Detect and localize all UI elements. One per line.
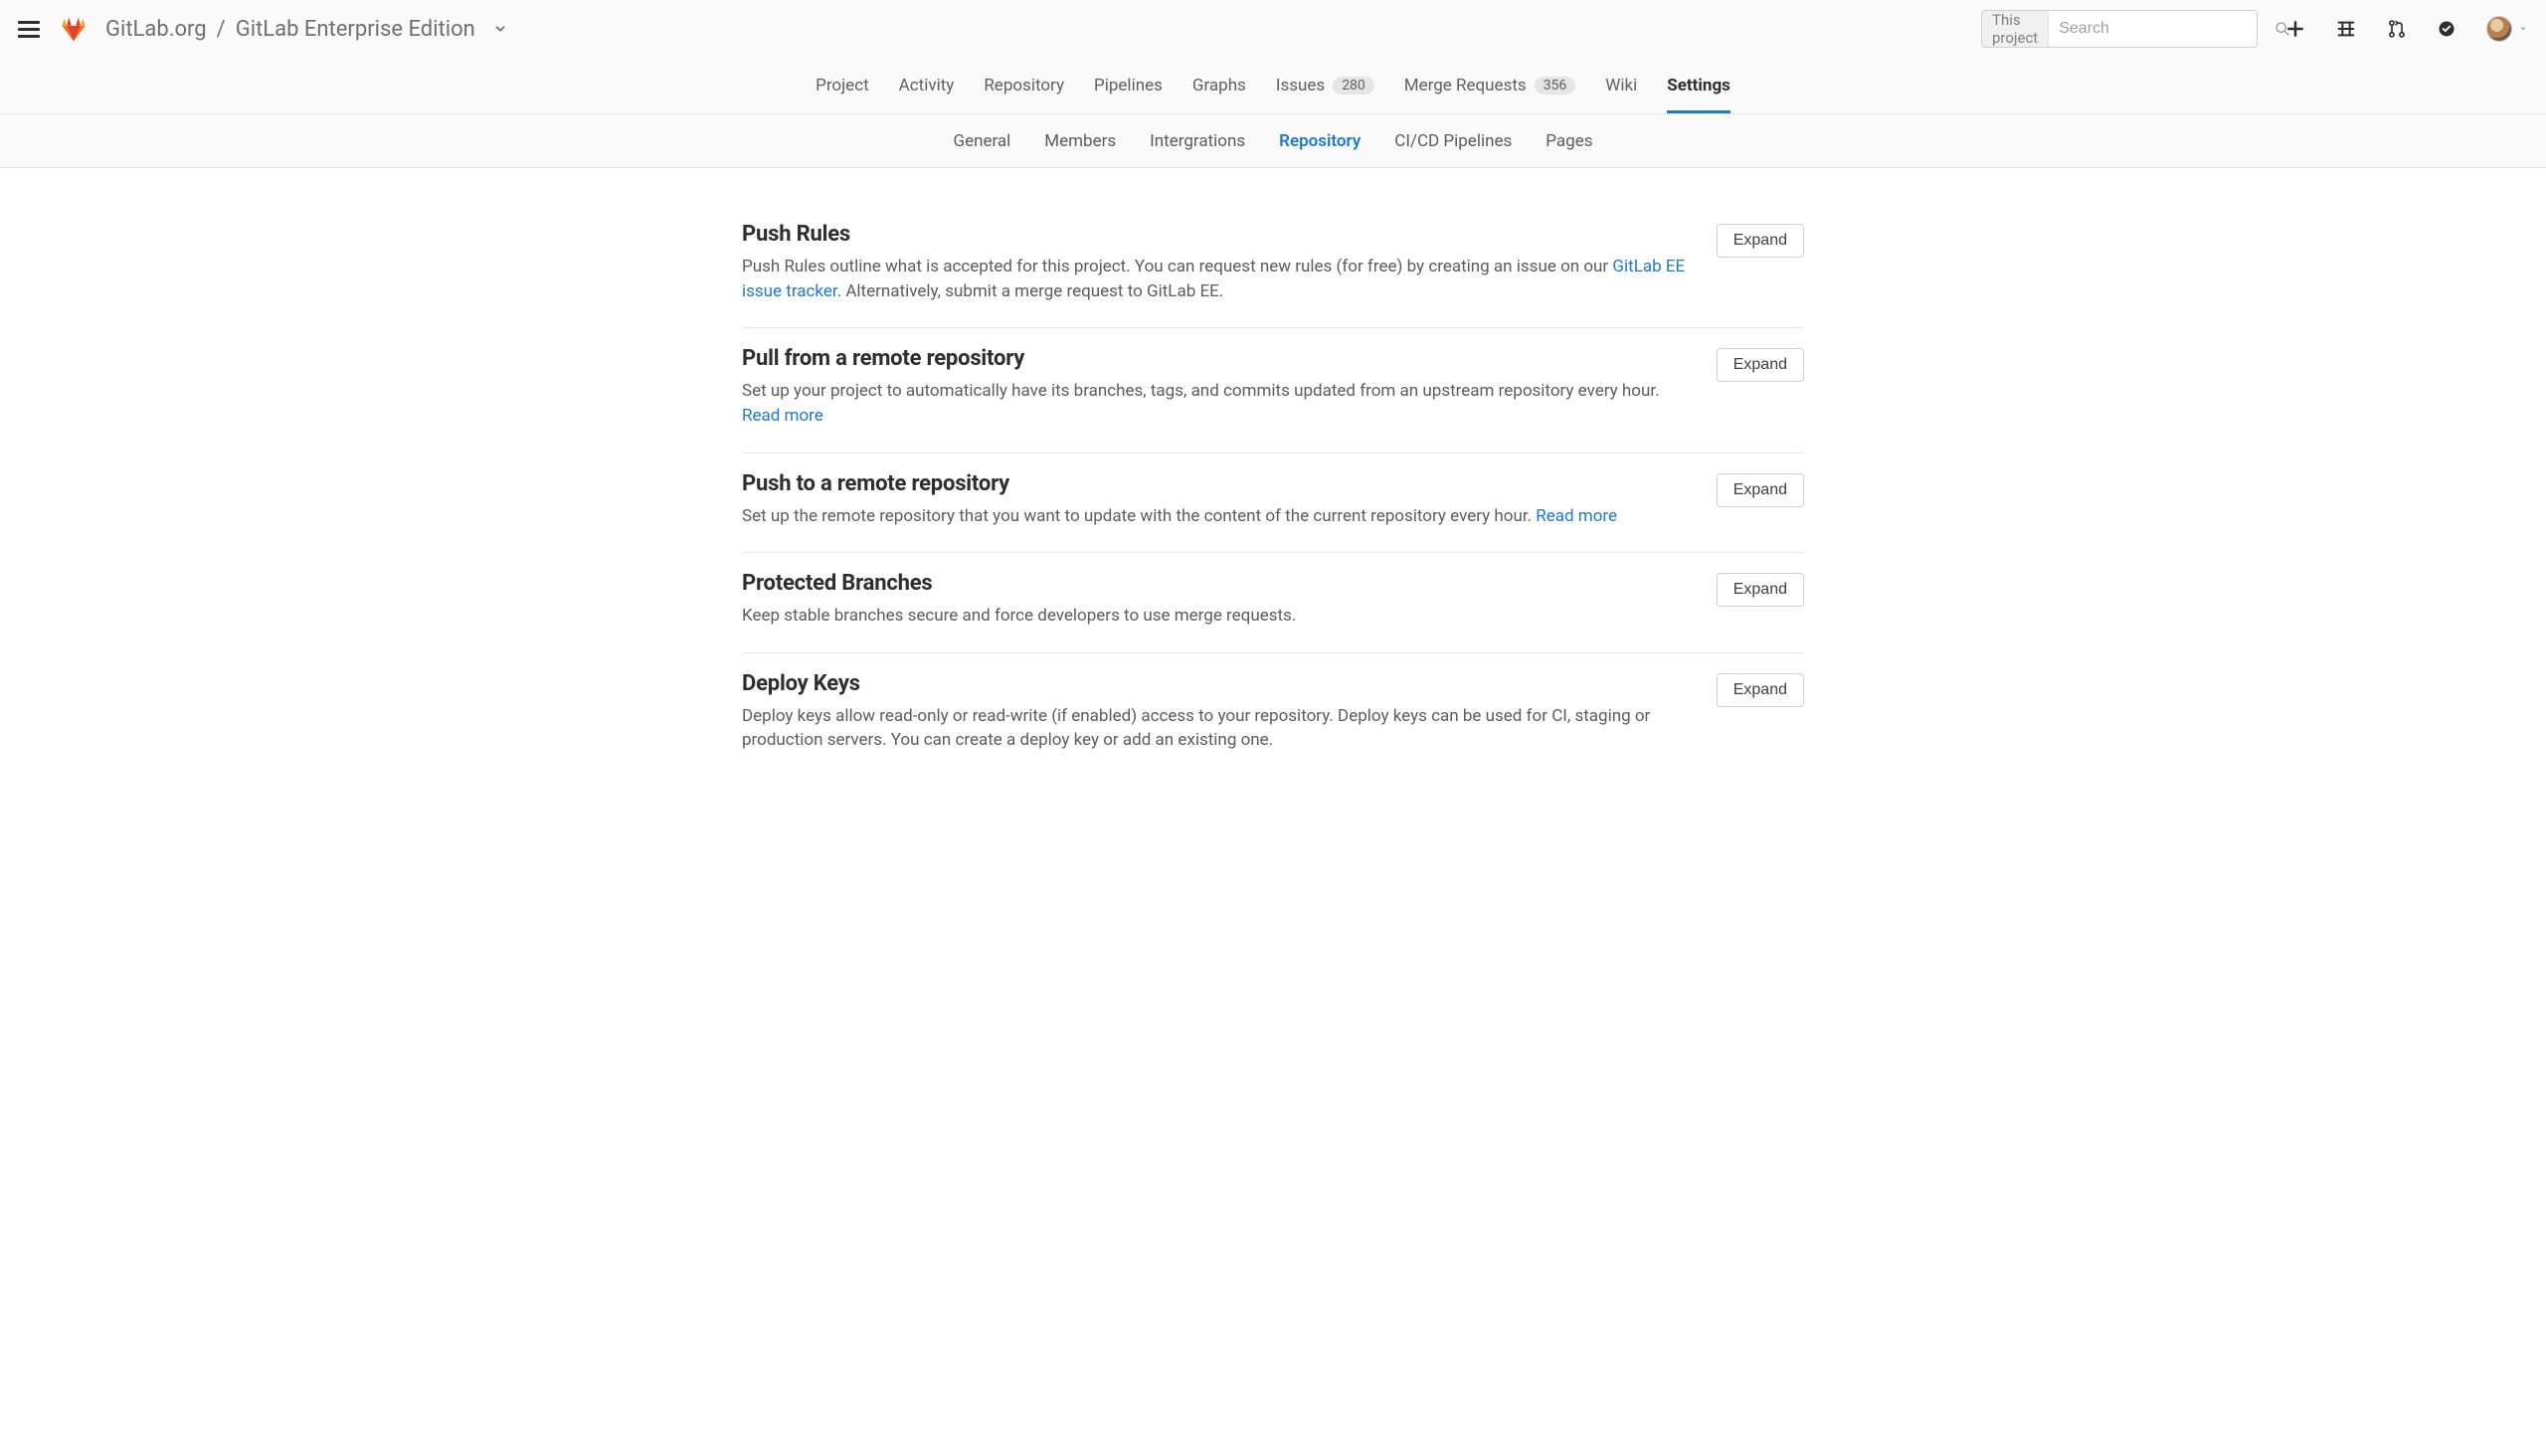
subnav-cicd[interactable]: CI/CD Pipelines	[1394, 131, 1512, 151]
search-input[interactable]	[2049, 20, 2274, 38]
section-title: Push to a remote repository	[742, 471, 1693, 496]
merge-request-icon[interactable]	[2387, 19, 2407, 39]
menu-icon[interactable]	[18, 17, 42, 41]
read-more-link[interactable]: Read more	[742, 406, 823, 426]
section-title: Pull from a remote repository	[742, 346, 1693, 371]
project-nav: Project Activity Repository Pipelines Gr…	[0, 58, 2546, 113]
settings-subnav: General Members Intergrations Repository…	[0, 114, 2546, 168]
breadcrumb-separator: /	[217, 17, 226, 42]
expand-push-remote-button[interactable]: Expand	[1717, 473, 1804, 507]
expand-pull-remote-button[interactable]: Expand	[1717, 348, 1804, 382]
section-desc: Push Rules outline what is accepted for …	[742, 255, 1693, 303]
nav-pipelines[interactable]: Pipelines	[1094, 58, 1163, 113]
search-icon[interactable]	[2274, 21, 2290, 37]
section-push-remote: Push to a remote repository Set up the r…	[742, 454, 1804, 554]
expand-protected-button[interactable]: Expand	[1717, 573, 1804, 607]
mr-count-badge: 356	[1535, 77, 1576, 94]
subnav-pages[interactable]: Pages	[1546, 131, 1592, 151]
read-more-link[interactable]: Read more	[1536, 506, 1617, 526]
user-menu[interactable]	[2486, 16, 2528, 42]
nav-project[interactable]: Project	[816, 58, 869, 113]
subnav-general[interactable]: General	[953, 131, 1010, 151]
subnav-integrations[interactable]: Intergrations	[1150, 131, 1245, 151]
caret-down-icon	[2518, 24, 2528, 34]
nav-merge-requests[interactable]: Merge Requests 356	[1404, 58, 1576, 113]
settings-content: Push Rules Push Rules outline what is ac…	[730, 204, 1816, 836]
section-title: Deploy Keys	[742, 671, 1693, 696]
section-title: Protected Branches	[742, 571, 1693, 596]
issues-icon[interactable]	[2335, 18, 2357, 40]
chevron-down-icon[interactable]	[493, 22, 507, 36]
breadcrumb-group[interactable]: GitLab.org	[105, 17, 207, 42]
nav-repository[interactable]: Repository	[984, 58, 1064, 113]
section-pull-remote: Pull from a remote repository Set up you…	[742, 328, 1804, 453]
breadcrumb-project[interactable]: GitLab Enterprise Edition	[236, 17, 475, 42]
section-desc: Keep stable branches secure and force de…	[742, 604, 1693, 629]
avatar	[2486, 16, 2512, 42]
expand-deploy-button[interactable]: Expand	[1717, 673, 1804, 707]
todos-icon[interactable]	[2437, 19, 2456, 39]
search-scope[interactable]: This project	[1982, 11, 2049, 47]
nav-activity[interactable]: Activity	[899, 58, 955, 113]
nav-graphs[interactable]: Graphs	[1192, 58, 1246, 113]
expand-push-rules-button[interactable]: Expand	[1717, 224, 1804, 258]
section-deploy-keys: Deploy Keys Deploy keys allow read-only …	[742, 653, 1804, 777]
nav-wiki[interactable]: Wiki	[1605, 58, 1637, 113]
gitlab-logo-icon[interactable]	[60, 15, 88, 43]
section-title: Push Rules	[742, 222, 1693, 247]
header-row: GitLab.org / GitLab Enterprise Edition T…	[0, 0, 2546, 58]
header-actions	[2285, 16, 2528, 42]
section-push-rules: Push Rules Push Rules outline what is ac…	[742, 204, 1804, 328]
search-box[interactable]: This project	[1981, 10, 2258, 48]
top-bar: GitLab.org / GitLab Enterprise Edition T…	[0, 0, 2546, 114]
issues-count-badge: 280	[1333, 77, 1374, 94]
nav-issues[interactable]: Issues 280	[1276, 58, 1374, 113]
section-protected-branches: Protected Branches Keep stable branches …	[742, 553, 1804, 653]
subnav-repository[interactable]: Repository	[1279, 131, 1361, 151]
subnav-members[interactable]: Members	[1044, 131, 1116, 151]
breadcrumb[interactable]: GitLab.org / GitLab Enterprise Edition	[105, 17, 507, 42]
nav-settings[interactable]: Settings	[1667, 58, 1730, 113]
section-desc: Deploy keys allow read-only or read-writ…	[742, 704, 1693, 753]
section-desc: Set up the remote repository that you wa…	[742, 504, 1693, 529]
section-desc: Set up your project to automatically hav…	[742, 379, 1693, 428]
